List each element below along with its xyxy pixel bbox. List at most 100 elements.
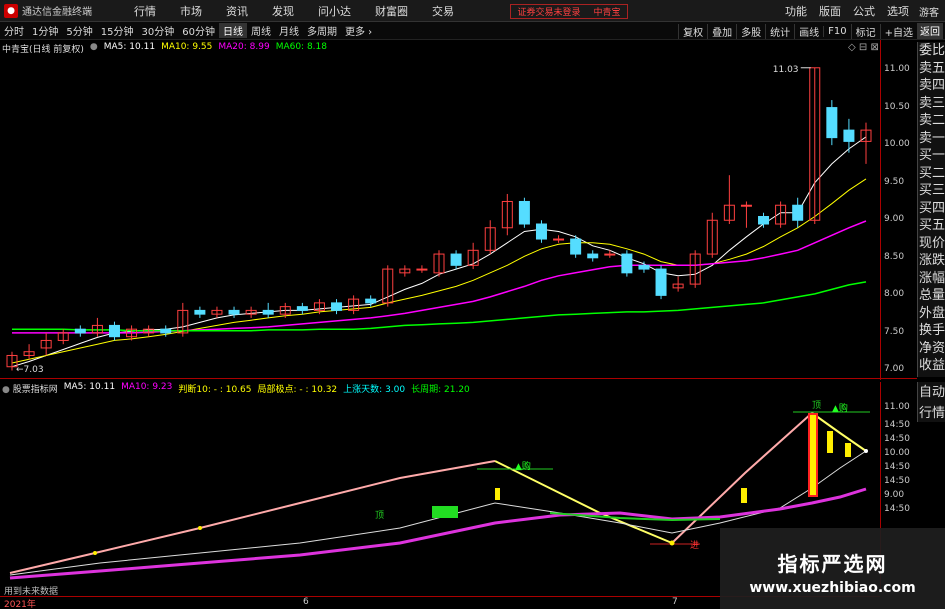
candle[interactable] — [40, 332, 52, 356]
candle[interactable] — [211, 306, 223, 318]
back-button[interactable]: 返回 — [917, 23, 943, 39]
candle[interactable] — [860, 122, 872, 164]
side-item-12[interactable]: 涨跌 — [918, 252, 945, 270]
candle[interactable] — [74, 325, 86, 337]
candle[interactable] — [484, 220, 496, 255]
menu-news[interactable]: 资讯 — [226, 3, 248, 19]
candle[interactable] — [723, 175, 735, 225]
side-item-17[interactable]: 净资 — [918, 340, 945, 358]
candle[interactable] — [450, 250, 462, 270]
side-item-15[interactable]: 外盘 — [918, 305, 945, 323]
candle[interactable] — [467, 242, 479, 270]
side-item-6[interactable]: 买一 — [918, 147, 945, 165]
period-weekly[interactable]: 周线 — [247, 23, 275, 38]
candle[interactable] — [296, 302, 308, 315]
overlay-button[interactable]: 叠加 — [707, 23, 736, 39]
side-item-8[interactable]: 买三 — [918, 182, 945, 200]
candle[interactable] — [553, 235, 565, 243]
candle[interactable] — [228, 306, 240, 318]
side-item-5[interactable]: 卖一 — [918, 130, 945, 148]
candle[interactable] — [638, 261, 650, 273]
trade-login-notice[interactable]: 证券交易未登录 中青宝 — [510, 4, 628, 19]
period-monthly[interactable]: 月线 — [275, 23, 303, 38]
candle[interactable] — [740, 201, 752, 228]
candle[interactable] — [672, 276, 684, 292]
period-more[interactable]: 更多 › — [341, 23, 376, 38]
f10-button[interactable]: F10 — [823, 25, 850, 37]
menu-layout[interactable]: 版面 — [819, 3, 841, 19]
candle[interactable] — [57, 329, 69, 345]
mark-button[interactable]: 标记 — [850, 23, 880, 39]
candle[interactable] — [621, 250, 633, 277]
side-item-2[interactable]: 卖四 — [918, 77, 945, 95]
candle[interactable] — [91, 317, 103, 337]
candle[interactable] — [758, 212, 770, 228]
candle[interactable] — [826, 100, 838, 146]
candle[interactable] — [570, 235, 582, 258]
minus-box-icon[interactable]: ⊟ — [859, 42, 867, 53]
menu-market-quote[interactable]: 行情 — [134, 3, 156, 19]
side-auto[interactable]: 自动 — [918, 382, 945, 403]
restore-right-button[interactable]: 复权 — [678, 23, 707, 39]
menu-options[interactable]: 选项 — [887, 3, 909, 19]
menu-market[interactable]: 市场 — [180, 3, 202, 19]
settings-dot-icon[interactable]: ● — [90, 42, 98, 55]
candle[interactable] — [416, 265, 428, 273]
candle[interactable] — [843, 118, 855, 153]
candle[interactable] — [501, 193, 513, 236]
period-5min[interactable]: 5分钟 — [62, 23, 96, 38]
candle[interactable] — [399, 265, 411, 277]
candle[interactable] — [518, 197, 530, 228]
candle[interactable] — [587, 250, 599, 262]
candle[interactable] — [706, 212, 718, 258]
draw-line-button[interactable]: 画线 — [794, 23, 823, 39]
candle[interactable] — [245, 306, 257, 318]
period-15min[interactable]: 15分钟 — [97, 23, 138, 38]
close-box-icon[interactable]: ⊠ — [870, 42, 878, 53]
menu-wealth[interactable]: 财富圈 — [375, 3, 408, 19]
candle[interactable] — [23, 344, 35, 360]
candle[interactable] — [809, 67, 821, 225]
candle[interactable] — [433, 250, 445, 277]
period-intraday[interactable]: 分时 — [0, 23, 28, 38]
multi-stock-button[interactable]: 多股 — [736, 23, 765, 39]
guest-login[interactable]: 游客 — [919, 4, 939, 19]
side-quote[interactable]: 行情 — [918, 403, 945, 424]
side-item-14[interactable]: 总量 — [918, 287, 945, 305]
period-multi[interactable]: 多周期 — [303, 23, 341, 38]
side-item-16[interactable]: 换手 — [918, 322, 945, 340]
candle[interactable] — [262, 302, 274, 318]
side-item-11[interactable]: 现价 — [918, 235, 945, 253]
side-item-10[interactable]: 买五 — [918, 217, 945, 235]
diamond-icon[interactable]: ◇ — [848, 42, 856, 53]
candle[interactable] — [382, 265, 394, 307]
period-60min[interactable]: 60分钟 — [178, 23, 219, 38]
side-item-7[interactable]: 买二 — [918, 165, 945, 183]
candle[interactable] — [331, 299, 343, 315]
side-item-18[interactable]: 收益 — [918, 357, 945, 375]
statistics-button[interactable]: 统计 — [765, 23, 794, 39]
side-item-3[interactable]: 卖三 — [918, 95, 945, 113]
candle[interactable] — [194, 306, 206, 318]
add-watchlist-button[interactable]: +自选 — [879, 23, 917, 39]
side-item-1[interactable]: 卖五 — [918, 60, 945, 78]
menu-function[interactable]: 功能 — [785, 3, 807, 19]
side-item-4[interactable]: 卖二 — [918, 112, 945, 130]
menu-ask[interactable]: 问小达 — [318, 3, 351, 19]
candlestick-chart[interactable]: 11.03 ←7.03 — [0, 55, 880, 378]
period-daily[interactable]: 日线 — [218, 23, 247, 38]
candle[interactable] — [792, 197, 804, 228]
candle[interactable] — [655, 265, 667, 300]
period-30min[interactable]: 30分钟 — [137, 23, 178, 38]
candle[interactable] — [348, 295, 360, 315]
candle[interactable] — [108, 321, 120, 341]
stock-title[interactable]: 中青宝(日线 前复权) — [2, 42, 84, 55]
side-item-9[interactable]: 买四 — [918, 200, 945, 218]
menu-formula[interactable]: 公式 — [853, 3, 875, 19]
side-item-0[interactable]: 委比 — [918, 42, 945, 60]
menu-discover[interactable]: 发现 — [272, 3, 294, 19]
menu-trade[interactable]: 交易 — [432, 3, 454, 19]
side-item-13[interactable]: 涨幅 — [918, 270, 945, 288]
candle[interactable] — [535, 220, 547, 243]
period-1min[interactable]: 1分钟 — [28, 23, 62, 38]
